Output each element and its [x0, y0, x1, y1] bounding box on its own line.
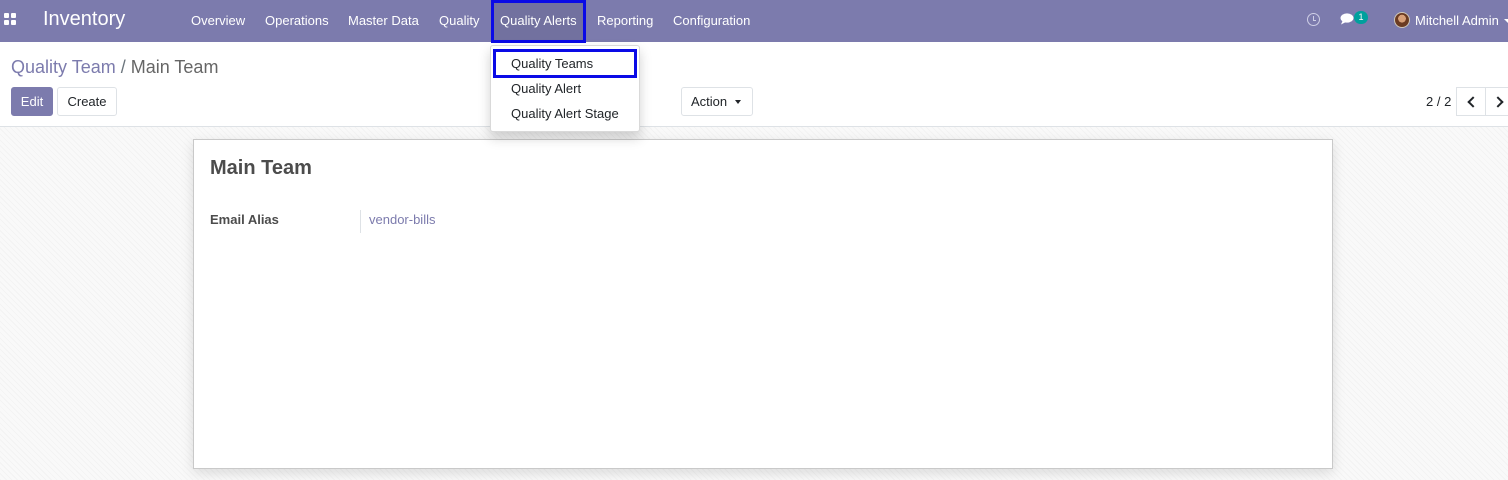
chevron-right-icon — [1492, 96, 1504, 108]
apps-grid-icon[interactable] — [4, 13, 18, 27]
action-button[interactable]: Action — [681, 87, 753, 116]
menu-reporting[interactable]: Reporting — [597, 13, 653, 28]
field-divider — [360, 210, 361, 233]
pager-value[interactable]: 2 / 2 — [1426, 94, 1451, 109]
pager-next-button[interactable] — [1485, 87, 1508, 116]
breadcrumb-current: Main Team — [130, 57, 219, 77]
quality-alerts-dropdown: Quality Teams Quality Alert Quality Aler… — [490, 45, 640, 132]
field-label-email-alias: Email Alias — [210, 212, 279, 227]
top-navbar: Inventory Overview Operations Master Dat… — [0, 0, 1508, 43]
menu-configuration[interactable]: Configuration — [673, 13, 750, 28]
breadcrumb: Quality Team / Main Team — [11, 57, 218, 78]
message-count-badge: 1 — [1354, 11, 1368, 24]
caret-down-icon[interactable] — [1504, 19, 1508, 23]
dropdown-item-quality-alert-stage[interactable]: Quality Alert Stage — [491, 102, 639, 126]
user-menu[interactable]: Mitchell Admin — [1415, 13, 1499, 28]
avatar[interactable] — [1394, 12, 1410, 28]
menu-master-data[interactable]: Master Data — [348, 13, 419, 28]
menu-overview[interactable]: Overview — [191, 13, 245, 28]
chevron-left-icon — [1467, 96, 1479, 108]
dropdown-item-quality-alert[interactable]: Quality Alert — [491, 77, 639, 101]
create-button[interactable]: Create — [57, 87, 117, 116]
field-value-email-alias[interactable]: vendor-bills — [369, 212, 435, 227]
caret-down-icon — [735, 100, 741, 104]
menu-quality[interactable]: Quality — [439, 13, 479, 28]
action-button-label: Action — [691, 94, 728, 109]
form-sheet: Main Team Email Alias vendor-bills — [193, 139, 1333, 469]
clock-icon[interactable] — [1307, 13, 1320, 26]
app-title[interactable]: Inventory — [43, 8, 125, 31]
breadcrumb-separator: / — [120, 57, 126, 77]
record-title: Main Team — [210, 157, 312, 179]
pager-previous-button[interactable] — [1456, 87, 1486, 116]
chat-icon[interactable] — [1340, 13, 1355, 25]
menu-operations[interactable]: Operations — [265, 13, 329, 28]
menu-quality-alerts[interactable]: Quality Alerts — [500, 13, 577, 28]
dropdown-item-highlight — [493, 49, 637, 78]
edit-button[interactable]: Edit — [11, 87, 53, 116]
breadcrumb-parent[interactable]: Quality Team — [11, 57, 116, 77]
